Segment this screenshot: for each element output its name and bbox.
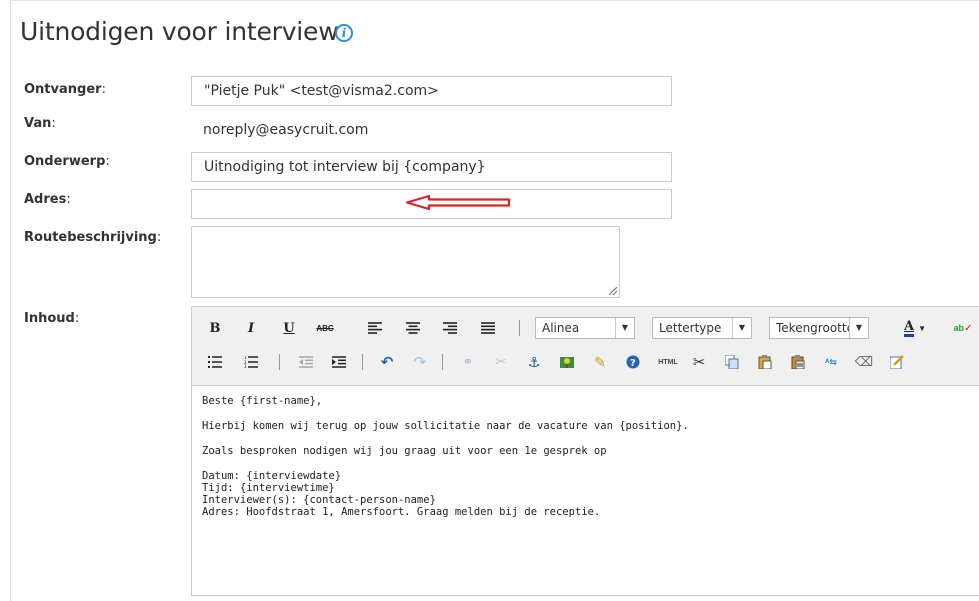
dropdown-arrow-icon: ▼ bbox=[732, 318, 751, 338]
route-textarea[interactable] bbox=[191, 226, 620, 298]
content-line: Beste {first-name}, bbox=[202, 395, 323, 407]
numbered-list-icon[interactable]: 123 bbox=[240, 351, 262, 373]
subject-label: Onderwerp: bbox=[24, 154, 110, 169]
replace-icon[interactable]: ᴬ⇆ bbox=[820, 351, 842, 373]
font-size-select[interactable]: Tekengrootte ▼ bbox=[769, 317, 869, 339]
image-icon[interactable] bbox=[556, 351, 578, 373]
paste-text-icon[interactable] bbox=[787, 351, 809, 373]
unlink-icon[interactable]: ✂ bbox=[490, 351, 512, 373]
copy-icon[interactable] bbox=[721, 351, 743, 373]
cleanup-icon[interactable]: ✎ bbox=[589, 351, 611, 373]
html-source-icon[interactable]: HTML bbox=[655, 351, 681, 373]
content-line: Interviewer(s): {contact-person-name} bbox=[202, 494, 436, 506]
text-color-icon[interactable]: A ▼ bbox=[898, 317, 932, 339]
toolbar-separator bbox=[362, 354, 363, 370]
svg-text:?: ? bbox=[630, 358, 636, 369]
indent-icon[interactable] bbox=[328, 351, 350, 373]
edit-icon[interactable] bbox=[886, 351, 908, 373]
outdent-icon[interactable] bbox=[295, 351, 317, 373]
content-line: Hierbij komen wij terug op jouw sollicit… bbox=[202, 420, 689, 432]
rich-text-editor: B I U ABC Alinea ▼ Lettertype ▼ Tekengro… bbox=[191, 306, 979, 596]
page-title: Uitnodigen voor interview bbox=[20, 17, 339, 46]
svg-text:3: 3 bbox=[244, 364, 247, 368]
align-right-icon[interactable] bbox=[439, 317, 461, 339]
address-label: Adres: bbox=[24, 192, 71, 207]
to-field[interactable]: "Pietje Puk" <test@visma2.com> bbox=[191, 76, 672, 106]
editor-toolbar: B I U ABC Alinea ▼ Lettertype ▼ Tekengro… bbox=[192, 307, 979, 386]
align-center-icon[interactable] bbox=[402, 317, 424, 339]
link-icon[interactable]: ⚭ bbox=[457, 351, 479, 373]
toolbar-separator bbox=[519, 320, 520, 336]
resize-grip-icon[interactable] bbox=[609, 287, 617, 295]
italic-icon[interactable]: I bbox=[240, 317, 262, 339]
spellcheck-icon[interactable]: ab ✓ bbox=[949, 317, 977, 339]
underline-icon[interactable]: U bbox=[278, 317, 300, 339]
editor-content[interactable]: Beste {first-name}, Hierbij komen wij te… bbox=[202, 395, 689, 518]
redo-icon[interactable]: ↷ bbox=[409, 351, 431, 373]
toolbar-separator bbox=[279, 354, 280, 370]
from-value: noreply@easycruit.com bbox=[203, 122, 369, 138]
subject-field[interactable]: Uitnodiging tot interview bij {company} bbox=[191, 152, 672, 182]
info-icon[interactable]: i bbox=[335, 24, 353, 42]
eraser-icon[interactable]: ⌫ bbox=[853, 351, 875, 373]
bold-icon[interactable]: B bbox=[204, 317, 226, 339]
route-label: Routebeschrijving: bbox=[24, 230, 162, 245]
toolbar-row-1: B I U ABC Alinea ▼ Lettertype ▼ Tekengro… bbox=[192, 315, 979, 343]
content-line: Adres: Hoofdstraat 1, Amersfoort. Graag … bbox=[202, 506, 601, 518]
paste-icon[interactable] bbox=[754, 351, 776, 373]
content-line: Datum: {interviewdate} bbox=[202, 470, 342, 482]
dropdown-arrow-icon: ▼ bbox=[849, 318, 868, 338]
strikethrough-icon[interactable]: ABC bbox=[314, 317, 336, 339]
bullet-list-icon[interactable] bbox=[204, 351, 226, 373]
dropdown-arrow-icon: ▼ bbox=[615, 318, 634, 338]
help-icon[interactable]: ? bbox=[622, 351, 644, 373]
format-select[interactable]: Alinea ▼ bbox=[535, 317, 635, 339]
undo-icon[interactable]: ↶ bbox=[376, 351, 398, 373]
align-left-icon[interactable] bbox=[364, 317, 386, 339]
content-line: Zoals besproken nodigen wij jou graag ui… bbox=[202, 445, 607, 457]
align-justify-icon[interactable] bbox=[477, 317, 499, 339]
toolbar-row-2: 123 ↶ ↷ ⚭ ✂ ⚓ ✎ ? HTML ✂ ᴬ⇆ ⌫ bbox=[192, 349, 979, 377]
anchor-icon[interactable]: ⚓ bbox=[523, 351, 545, 373]
cut-icon[interactable]: ✂ bbox=[688, 351, 710, 373]
to-label: Ontvanger: bbox=[24, 82, 106, 97]
content-line: Tijd: {interviewtime} bbox=[202, 482, 335, 494]
annotation-arrow-icon bbox=[405, 194, 511, 211]
from-label: Van: bbox=[24, 116, 56, 131]
content-label: Inhoud: bbox=[24, 311, 80, 326]
font-select[interactable]: Lettertype ▼ bbox=[652, 317, 752, 339]
toolbar-separator bbox=[442, 354, 443, 370]
